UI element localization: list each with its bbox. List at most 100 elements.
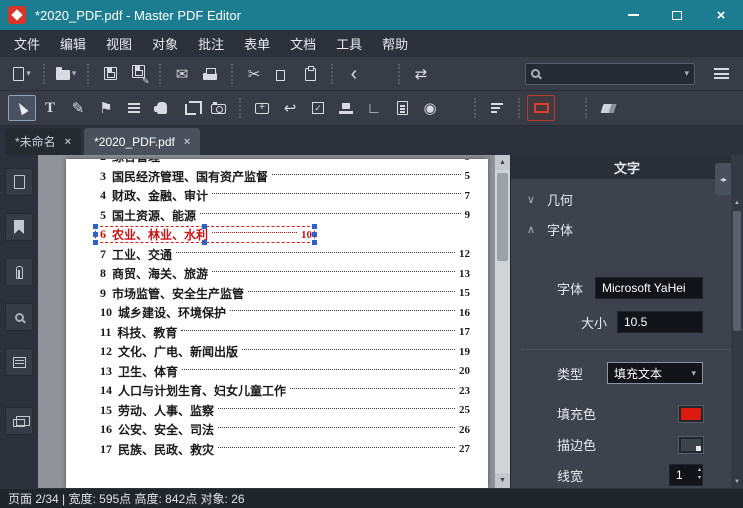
bookmarks-panel-button[interactable] [5, 213, 33, 241]
tab-untitled[interactable]: *未命名 × [5, 128, 82, 155]
form-panel-button[interactable] [5, 348, 33, 376]
form-fields-button[interactable] [120, 95, 148, 121]
copy-button[interactable] [268, 61, 296, 87]
section-font[interactable]: ∧ 字体 [511, 217, 743, 241]
search-box[interactable]: ▾ [525, 62, 695, 85]
toc-row[interactable]: 13 卫生、体育 20 [100, 362, 470, 382]
line-width-spinner[interactable]: 1 ▴ ▾ [669, 464, 703, 486]
menu-item[interactable]: 文件 [4, 30, 50, 57]
toc-dot-leader [242, 349, 455, 351]
email-button[interactable]: ✉ [168, 61, 196, 87]
edit-text-tool-button[interactable]: T [36, 95, 64, 121]
checkbox-field-button[interactable]: ✓ [304, 95, 332, 121]
toc-entry-title: 综合管理 [112, 159, 160, 165]
minimize-button[interactable] [611, 0, 655, 30]
maximize-button[interactable] [655, 0, 699, 30]
toc-row[interactable]: 16 公安、安全、司法 26 [100, 420, 470, 440]
open-file-button[interactable]: ▾ [52, 61, 80, 87]
toc-row[interactable]: 2 综合管理 3 [100, 159, 470, 167]
document-area: 2 综合管理 3 3 国民经济管理、国有资产监督 5 4 财政、金融、审计 7 5 国土资源、能源 9… [38, 155, 510, 488]
transfer-pages-button[interactable]: ⇄ [407, 61, 435, 87]
toc-row[interactable]: 8 商贸、海关、旅游 13 [100, 264, 470, 284]
eraser-tool-button[interactable] [594, 95, 622, 121]
cut-button[interactable]: ✂ [240, 61, 268, 87]
toc-row[interactable]: 17 民族、民政、救灾 27 [100, 440, 470, 460]
sort-objects-button[interactable] [483, 95, 511, 121]
edit-document-tool-button[interactable]: ✎ [64, 95, 92, 121]
paste-button[interactable] [296, 61, 324, 87]
toc-row[interactable]: 15 劳动、人事、监察 25 [100, 401, 470, 421]
menu-item[interactable]: 文档 [280, 30, 326, 57]
font-family-input[interactable]: Microsoft YaHei [595, 277, 703, 299]
toc-row[interactable]: 12 文化、广电、新闻出版 19 [100, 342, 470, 362]
font-size-input[interactable]: 10.5 [617, 311, 703, 333]
selection-handle[interactable] [93, 240, 98, 246]
fill-color-swatch[interactable] [678, 404, 704, 423]
selection-handle[interactable] [312, 224, 317, 230]
main-menu-button[interactable] [707, 61, 735, 87]
text-type-dropdown[interactable]: 填充文本 ▾ [607, 362, 703, 384]
section-geometry[interactable]: ∨ 几何 [511, 187, 743, 211]
menu-item[interactable]: 编辑 [50, 30, 96, 57]
tab-2020-pdf[interactable]: *2020_PDF.pdf × [84, 128, 201, 155]
toc-row[interactable]: 7 工业、交通 12 [100, 245, 470, 265]
save-as-button[interactable]: ✎ [124, 61, 152, 87]
spinner-arrows[interactable]: ▴ ▾ [698, 466, 701, 483]
add-note-button[interactable] [248, 95, 276, 121]
toc-row[interactable]: 10 城乡建设、环境保护 16 [100, 303, 470, 323]
stamp-tool-button[interactable] [332, 95, 360, 121]
panel-collapse-button[interactable]: ◂▸ [715, 163, 731, 195]
thumbnails-panel-button[interactable] [5, 168, 33, 196]
scroll-up-button[interactable]: ▲ [495, 155, 510, 170]
search-input[interactable] [544, 65, 683, 82]
crop-tool-button[interactable] [176, 95, 204, 121]
save-button[interactable] [96, 61, 124, 87]
back-button[interactable]: ‹ [340, 61, 368, 87]
layers-panel-button[interactable] [5, 407, 33, 435]
print-button[interactable] [196, 61, 224, 87]
measure-tool-button[interactable]: ∟ [360, 95, 388, 121]
attachments-panel-button[interactable] [5, 258, 33, 286]
title-bar[interactable]: *2020_PDF.pdf - Master PDF Editor × [0, 0, 743, 30]
selection-handle[interactable] [312, 231, 317, 237]
close-button[interactable]: × [699, 0, 743, 30]
menu-item[interactable]: 对象 [142, 30, 188, 57]
selected-text-object[interactable]: 6 农业、林业、水利 10 [93, 224, 317, 246]
menu-item[interactable]: 视图 [96, 30, 142, 57]
screenshot-tool-button[interactable] [204, 95, 232, 121]
menu-item[interactable]: 表单 [234, 30, 280, 57]
panel-scrollbar-thumb[interactable] [733, 211, 741, 331]
tab-close-icon[interactable]: × [184, 136, 190, 148]
menu-item[interactable]: 工具 [326, 30, 372, 57]
toc-row[interactable]: 11 科技、教育 17 [100, 323, 470, 343]
panel-scrollbar[interactable]: ▲ ▼ [731, 155, 743, 488]
undo-annotation-button[interactable]: ↩ [276, 95, 304, 121]
scrollbar-thumb[interactable] [497, 173, 508, 261]
menu-item[interactable]: 批注 [188, 30, 234, 57]
search-panel-button[interactable] [5, 303, 33, 331]
toc-row[interactable]: 4 财政、金融、审计 7 [100, 186, 470, 206]
radio-field-button[interactable]: ◉ [416, 95, 444, 121]
select-tool-button[interactable] [8, 95, 36, 121]
selection-handle[interactable] [93, 231, 98, 237]
toc-row[interactable]: 3 国民经济管理、国有资产监督 5 [100, 167, 470, 187]
selection-handle[interactable] [93, 224, 98, 230]
hand-tool-button[interactable] [148, 95, 176, 121]
toc-row[interactable]: 5 国土资源、能源 9 [100, 206, 470, 226]
toc-row[interactable]: 6 农业、林业、水利 10 [93, 224, 470, 246]
pdf-page[interactable]: 2 综合管理 3 3 国民经济管理、国有资产监督 5 4 财政、金融、审计 7 5 国土资源、能源 9… [66, 159, 488, 488]
document-scrollbar[interactable]: ▲ ▼ [495, 155, 510, 488]
page-fields-button[interactable] [388, 95, 416, 121]
scroll-down-button[interactable]: ▼ [495, 473, 510, 488]
rectangle-annotation-button[interactable] [527, 95, 555, 121]
toc-row[interactable]: 9 市场监管、安全生产监管 15 [100, 284, 470, 304]
new-document-button[interactable]: ▾ [8, 61, 36, 87]
menu-item[interactable]: 帮助 [372, 30, 418, 57]
tab-close-icon[interactable]: × [65, 136, 71, 148]
stroke-color-swatch[interactable] [678, 435, 704, 454]
panel-scroll-up-button[interactable]: ▲ [731, 197, 743, 209]
select-text-tool-button[interactable]: ⚑ [92, 95, 120, 121]
toc-dot-leader [200, 212, 461, 214]
panel-scroll-down-button[interactable]: ▼ [731, 476, 743, 488]
toc-row[interactable]: 14 人口与计划生育、妇女儿童工作 23 [100, 381, 470, 401]
